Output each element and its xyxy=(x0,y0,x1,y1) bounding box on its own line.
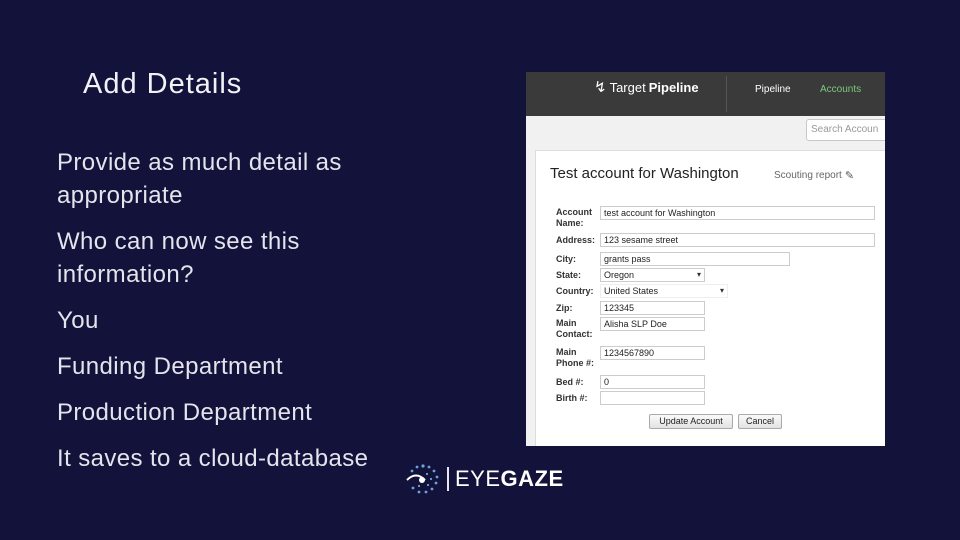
target-pipeline-logo-icon: ↯ xyxy=(594,79,607,96)
scouting-report-link[interactable]: Scouting report ✎ xyxy=(774,169,854,182)
address-field[interactable]: 123 sesame street xyxy=(600,233,875,247)
eyegaze-brand: EYEGAZE xyxy=(405,462,564,496)
account-name-field[interactable]: test account for Washington xyxy=(600,206,875,220)
brand-wordmark: EYEGAZE xyxy=(455,466,564,491)
state-select[interactable]: Oregon xyxy=(600,268,705,282)
account-card: Test account for Washington Scouting rep… xyxy=(535,150,885,446)
city-field[interactable]: grants pass xyxy=(600,252,790,266)
main-phone-label: Main Phone #: xyxy=(556,347,595,368)
bed-field[interactable]: 0 xyxy=(600,375,705,389)
top-navbar: ↯ Target Pipeline Pipeline Accounts xyxy=(526,72,885,116)
country-select[interactable]: United States xyxy=(600,284,728,298)
bullet-list: Provide as much detail as appropriate Wh… xyxy=(57,146,417,488)
app-screenshot: ↯ Target Pipeline Pipeline Accounts Searc… xyxy=(526,72,885,446)
logo-bold: Pipeline xyxy=(648,79,699,95)
bullet-item: It saves to a cloud-database xyxy=(57,445,369,472)
pencil-icon: ✎ xyxy=(844,170,855,182)
cancel-button[interactable]: Cancel xyxy=(738,414,782,429)
bed-label: Bed #: xyxy=(556,377,584,387)
country-label: Country: xyxy=(556,286,594,296)
bullet-item: Production Department xyxy=(57,399,313,426)
logo-prefix: Target xyxy=(609,79,646,95)
zip-label: Zip: xyxy=(556,303,573,313)
bullet-item: You xyxy=(57,307,99,334)
zip-field[interactable]: 123345 xyxy=(600,301,705,315)
account-name-label: Account Name: xyxy=(556,207,592,228)
nav-pipeline[interactable]: Pipeline xyxy=(755,84,791,95)
state-label: State: xyxy=(556,270,582,280)
nav-divider xyxy=(726,76,727,112)
main-phone-field[interactable]: 1234567890 xyxy=(600,346,705,360)
update-account-button[interactable]: Update Account xyxy=(649,414,733,429)
slide-title: Add Details xyxy=(83,68,243,100)
bullet-item: Funding Department xyxy=(57,353,283,380)
city-label: City: xyxy=(556,254,576,264)
eyegaze-logo-icon xyxy=(406,464,439,494)
account-title: Test account for Washington xyxy=(550,165,739,182)
birth-field[interactable] xyxy=(600,391,705,405)
bullet-item: Who can now see this information? xyxy=(57,228,300,288)
main-contact-label: Main Contact: xyxy=(556,318,593,339)
address-label: Address: xyxy=(556,235,596,245)
birth-label: Birth #: xyxy=(556,393,588,403)
app-logo[interactable]: ↯ Target Pipeline xyxy=(594,78,699,96)
brand-divider xyxy=(447,467,449,491)
main-contact-field[interactable]: Alisha SLP Doe xyxy=(600,317,705,331)
nav-accounts[interactable]: Accounts xyxy=(820,84,861,95)
scouting-report-label: Scouting report xyxy=(774,170,842,181)
bullet-item: Provide as much detail as appropriate xyxy=(57,149,342,209)
search-input[interactable]: Search Accoun xyxy=(806,119,885,141)
